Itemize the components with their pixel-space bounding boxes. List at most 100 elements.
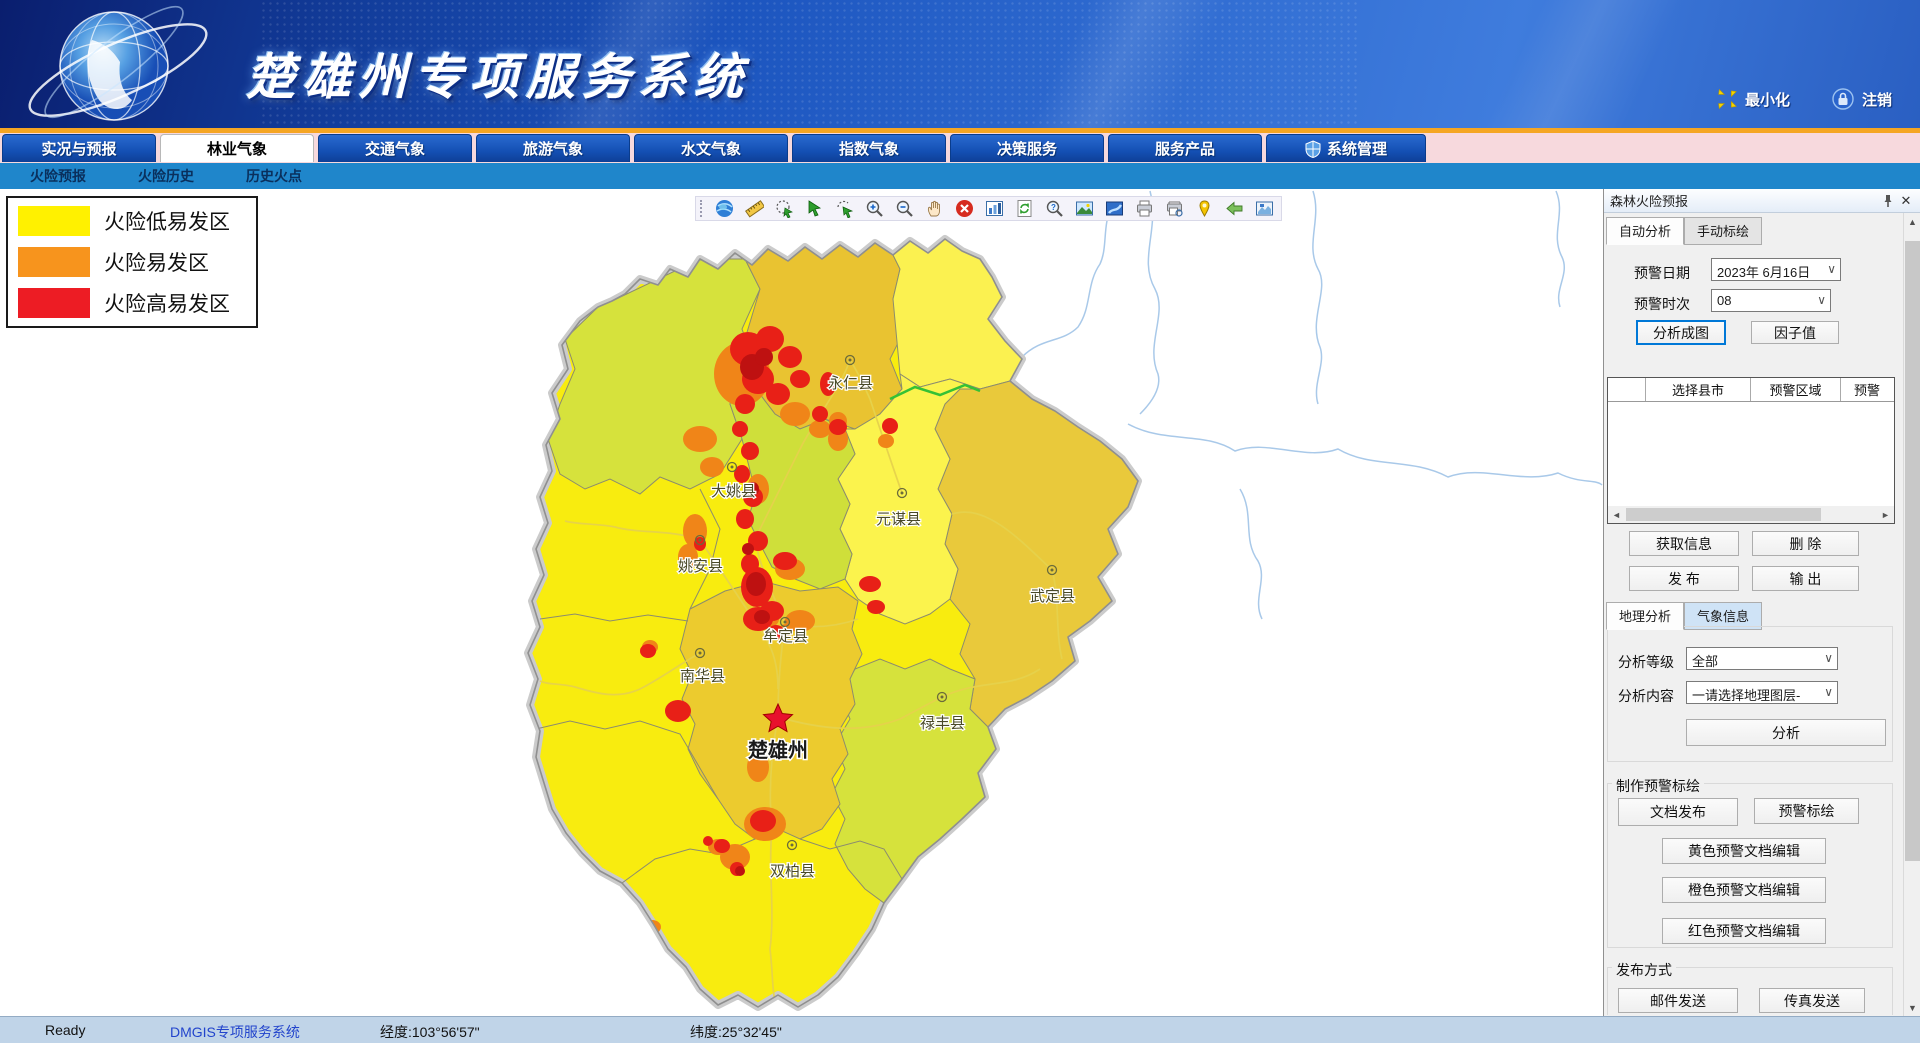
delete-button[interactable]: 删 除: [1752, 531, 1859, 556]
analyze-map-button[interactable]: 分析成图: [1636, 320, 1726, 345]
factor-value-button[interactable]: 因子值: [1751, 321, 1839, 344]
minimize-button[interactable]: 最小化: [1715, 89, 1790, 110]
analysis-level-label: 分析等级: [1618, 652, 1674, 672]
toolbar-grip[interactable]: [700, 200, 703, 217]
tab-live-forecast[interactable]: 实况与预报: [2, 134, 156, 162]
minimize-icon: [1715, 89, 1737, 109]
identify-icon[interactable]: ?: [1044, 198, 1065, 219]
zoom-out-icon[interactable]: [894, 198, 915, 219]
doc-publish-button[interactable]: 文档发布: [1618, 798, 1738, 826]
overview-map-icon[interactable]: [1254, 198, 1275, 219]
print-icon[interactable]: [1134, 198, 1155, 219]
analysis-level-combo[interactable]: 全部∨: [1686, 647, 1838, 670]
hscroll-thumb[interactable]: [1626, 508, 1821, 521]
tab-tourism-weather[interactable]: 旅游气象: [476, 134, 630, 162]
warning-table-header: 选择县市 预警区域 预警: [1608, 378, 1894, 402]
analyze-button[interactable]: 分析: [1686, 719, 1886, 746]
pin-icon[interactable]: [1879, 192, 1897, 210]
warn-time-combo[interactable]: 08∨: [1711, 289, 1831, 312]
label-shuangbai: 双柏县: [770, 863, 815, 880]
table-horizontal-scrollbar[interactable]: ◄ ►: [1608, 506, 1894, 523]
submenu-fire-risk-history[interactable]: 火险历史: [138, 166, 194, 186]
label-lufeng: 禄丰县: [920, 715, 965, 732]
tab-forestry-weather[interactable]: 林业气象: [160, 134, 314, 162]
header: 楚雄州专项服务系统 最小化 注: [0, 0, 1920, 128]
status-system-link[interactable]: DMGIS专项服务系统: [170, 1022, 300, 1042]
logout-button[interactable]: 注销: [1832, 88, 1892, 110]
scroll-down-icon[interactable]: ▼: [1904, 999, 1920, 1016]
vscroll-thumb[interactable]: [1905, 241, 1920, 861]
panel-title: 森林火险预报: [1610, 191, 1688, 210]
stop-icon[interactable]: [954, 198, 975, 219]
map-legend: 火险低易发区 火险易发区 火险高易发区: [6, 196, 258, 328]
image-icon[interactable]: [1074, 198, 1095, 219]
close-icon[interactable]: ✕: [1897, 192, 1915, 210]
tab-hydrology-weather[interactable]: 水文气象: [634, 134, 788, 162]
measure-ruler-icon[interactable]: [744, 198, 765, 219]
logout-label: 注销: [1862, 89, 1892, 110]
select-arrow-icon[interactable]: [804, 198, 825, 219]
forest-fire-panel: 森林火险预报 ✕ 自动分析 手动标绘 预警日期 2023年 6月16日∨ 预警时…: [1603, 189, 1920, 1016]
orange-doc-button[interactable]: 橙色预警文档编辑: [1662, 877, 1826, 903]
chevron-down-icon: ∨: [1817, 293, 1826, 307]
panel-tabs: 自动分析 手动标绘: [1606, 217, 1762, 245]
basemap-icon[interactable]: [1104, 198, 1125, 219]
panel-scrollbar[interactable]: ▲ ▼: [1903, 213, 1920, 1016]
status-ready: Ready: [45, 1022, 85, 1038]
print-preview-icon[interactable]: [1164, 198, 1185, 219]
label-wuding: 武定县: [1030, 588, 1075, 605]
svg-text:?: ?: [1051, 203, 1056, 212]
email-send-button[interactable]: 邮件发送: [1618, 988, 1738, 1013]
main-tabstrip: 实况与预报 林业气象 交通气象 旅游气象 水文气象 指数气象 决策服务 服务产品…: [0, 133, 1920, 163]
get-info-button[interactable]: 获取信息: [1629, 531, 1739, 556]
refresh-page-icon[interactable]: [1014, 198, 1035, 219]
scroll-up-icon[interactable]: ▲: [1904, 213, 1920, 230]
globe-icon[interactable]: [714, 198, 735, 219]
app-title: 楚雄州专项服务系统: [246, 38, 750, 109]
analysis-content-combo[interactable]: 一请选择地理图层-∨: [1686, 681, 1838, 704]
chevron-down-icon: ∨: [1824, 651, 1833, 665]
chart-icon[interactable]: [984, 198, 1005, 219]
label-dayao: 大姚县: [711, 483, 756, 500]
tab-system-management[interactable]: 系统管理: [1266, 134, 1426, 162]
submenu-historical-fire-points[interactable]: 历史火点: [246, 166, 302, 186]
select-rotate-icon[interactable]: [834, 198, 855, 219]
minimize-label: 最小化: [1745, 89, 1790, 110]
warning-table[interactable]: 选择县市 预警区域 预警 ◄ ►: [1607, 377, 1895, 524]
tab-auto-analysis[interactable]: 自动分析: [1606, 217, 1684, 245]
fax-send-button[interactable]: 传真发送: [1759, 988, 1865, 1013]
tab-service-products[interactable]: 服务产品: [1108, 134, 1262, 162]
chevron-down-icon: ∨: [1824, 685, 1833, 699]
zoom-in-icon[interactable]: [864, 198, 885, 219]
tab-decision-service[interactable]: 决策服务: [950, 134, 1104, 162]
back-arrow-icon[interactable]: [1224, 198, 1245, 219]
globe-logo: [14, 0, 244, 128]
statusbar: Ready DMGIS专项服务系统 经度:103°56'57" 纬度:25°32…: [0, 1016, 1920, 1043]
red-doc-button[interactable]: 红色预警文档编辑: [1662, 918, 1826, 944]
analysis-content-label: 分析内容: [1618, 686, 1674, 706]
yellow-doc-button[interactable]: 黄色预警文档编辑: [1662, 838, 1826, 864]
select-circle-icon[interactable]: [774, 198, 795, 219]
publish-section-title: 发布方式: [1612, 960, 1676, 980]
legend-item-high: 火险高易发区: [18, 288, 246, 318]
scroll-left-icon[interactable]: ◄: [1608, 506, 1625, 523]
export-button[interactable]: 输 出: [1752, 566, 1859, 591]
tab-geo-analysis[interactable]: 地理分析: [1606, 602, 1684, 630]
scroll-right-icon[interactable]: ►: [1877, 506, 1894, 523]
map-viewport[interactable]: 永仁县 元谋县 大姚县 姚安县 武定县 牟定县 南华县 禄丰县 双柏县 楚雄州 …: [0, 189, 1603, 1016]
label-chuxiong: 楚雄州: [748, 738, 808, 762]
tab-index-weather[interactable]: 指数气象: [792, 134, 946, 162]
tab-traffic-weather[interactable]: 交通气象: [318, 134, 472, 162]
warn-date-combo[interactable]: 2023年 6月16日∨: [1711, 258, 1841, 281]
warn-date-label: 预警日期: [1634, 263, 1690, 283]
placemark-icon[interactable]: [1194, 198, 1215, 219]
legend-item-low: 火险低易发区: [18, 206, 246, 236]
tab-manual-plot[interactable]: 手动标绘: [1684, 217, 1762, 245]
legend-item-mid: 火险易发区: [18, 247, 246, 277]
label-yaoan: 姚安县: [678, 558, 723, 575]
submenu-fire-risk-forecast[interactable]: 火险预报: [30, 166, 86, 186]
shield-icon: [1305, 140, 1321, 158]
warn-plot-button[interactable]: 预警标绘: [1754, 798, 1859, 824]
pan-hand-icon[interactable]: [924, 198, 945, 219]
publish-button[interactable]: 发 布: [1629, 566, 1739, 591]
